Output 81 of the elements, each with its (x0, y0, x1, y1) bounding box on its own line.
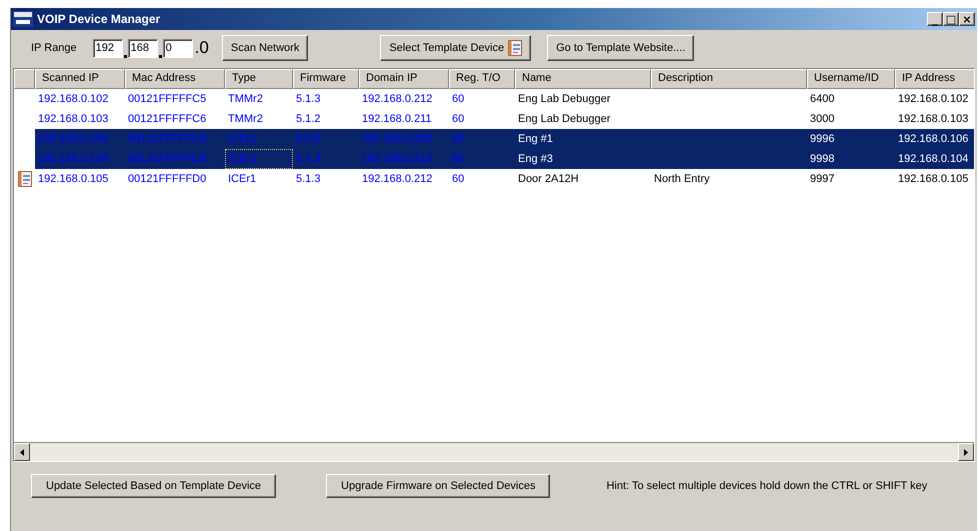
table-row[interactable]: 192.168.0.105 00121FFFFFD0 ICEr1 5.1.3 192.168.0.212 60 Door 2A12H North Entry 9997 192.168.0.105 (14, 169, 974, 189)
table-cell-text: 60 (451, 172, 466, 187)
table-cell-text: 192.168.0.102 (37, 92, 110, 107)
table-cell: 00121FFFFFC9 (125, 129, 225, 149)
column-header[interactable]: Name (515, 69, 651, 89)
column-header[interactable]: Username/ID (807, 69, 895, 89)
upgrade-firmware-button[interactable]: Upgrade Firmware on Selected Devices (326, 474, 550, 498)
table-cell: ICEr1 (225, 149, 293, 169)
table-cell: ICEr1 (225, 129, 293, 149)
table-cell: 00121FFFFFC8 (125, 149, 225, 169)
table-cell: Eng #1 (515, 129, 651, 149)
app-logo-icon (13, 11, 33, 27)
column-header[interactable]: Scanned IP (35, 69, 125, 89)
table-cell-text: Eng Lab Debugger (517, 92, 612, 107)
maximize-button[interactable]: □ (943, 12, 959, 26)
table-cell: 192.168.0.106 (895, 129, 974, 149)
table-row[interactable]: 192.168.0.103 00121FFFFFC6 TMMr2 5.1.2 192.168.0.211 60 Eng Lab Debugger 3000 192.168.0.103 (14, 109, 974, 129)
table-cell-text: 192.168.0.211 (361, 112, 433, 127)
table-cell-text: 9997 (809, 172, 836, 187)
right-arrow-icon (964, 448, 968, 456)
table-cell-text: 3000 (809, 112, 836, 127)
table-cell: 5.0.0 (293, 129, 359, 149)
table-cell-text: 192.168.0.105 (37, 172, 110, 187)
device-list-icon (508, 40, 522, 56)
ip-octet-field[interactable]: 168 (128, 38, 158, 58)
table-cell-text: 192.168.0.212 (361, 172, 434, 187)
table-cell-text: 192.168.0.102 (897, 92, 970, 107)
table-cell-text: 60 (451, 92, 466, 107)
update-selected-button[interactable]: Update Selected Based on Template Device (31, 474, 276, 498)
column-header[interactable]: Firmware (293, 69, 359, 89)
ip-octet-field[interactable]: 0 (162, 38, 193, 58)
table-cell: 192.168.0.212 (359, 149, 449, 169)
table-cell-text: 00121FFFFFC5 (127, 92, 208, 107)
table-cell-text: Door 2A12H (517, 172, 580, 187)
table-cell-text: TMMr2 (227, 112, 264, 127)
column-header[interactable]: Mac Address (125, 69, 225, 89)
table-cell-text: North Entry (653, 172, 711, 187)
template-website-button[interactable]: Go to Template Website.... (547, 35, 694, 61)
column-header[interactable]: IP Address (895, 69, 974, 89)
table-cell-text: 00121FFFFFD0 (127, 172, 208, 187)
column-header[interactable]: Reg. T/O (449, 69, 515, 89)
ip-last-octet: .0 (194, 38, 209, 58)
scan-network-button[interactable]: Scan Network (222, 35, 308, 61)
table-cell: 9998 (807, 149, 895, 169)
left-arrow-icon (20, 448, 24, 456)
table-cell: 192.168.0.104 (35, 149, 125, 169)
column-header[interactable]: Type (225, 69, 293, 89)
table-cell-text: 5.1.3 (295, 92, 322, 107)
ip-range-label: IP Range (31, 42, 77, 54)
table-cell: 60 (449, 129, 515, 149)
hint-text: Hint: To select multiple devices hold down the CTRL or SHIFT key (606, 480, 928, 492)
table-cell-text: TMMr2 (227, 92, 264, 107)
table-cell-text: 60 (451, 112, 466, 127)
scroll-arrow-button[interactable] (958, 443, 974, 461)
column-header[interactable]: Description (651, 69, 807, 89)
table-cell: 5.1.3 (293, 149, 359, 169)
table-cell-text: 5.1.2 (295, 112, 322, 127)
table-cell-text: Eng Lab Debugger (517, 112, 612, 127)
window-title: VOIP Device Manager (37, 12, 160, 26)
table-cell-text: 6400 (809, 92, 836, 107)
table-cell-text: 192.168.0.103 (37, 112, 110, 127)
table-cell-text: 192.168.0.103 (897, 112, 970, 127)
table-cell-text: ICEr1 (227, 172, 258, 187)
ip-octet-field[interactable]: 192 (92, 38, 123, 58)
table-cell: 192.168.0.106 (35, 129, 125, 149)
table-cell: Eng #3 (515, 149, 651, 169)
table-cell: 192.168.0.104 (895, 149, 974, 169)
table-cell: 60 (449, 149, 515, 169)
table-cell: 9996 (807, 129, 895, 149)
close-button[interactable]: × (959, 12, 975, 26)
select-template-button[interactable]: Select Template Device (380, 35, 532, 61)
table-cell-text: 192.168.0.212 (361, 92, 434, 107)
table-cell-text: 5.1.3 (295, 172, 322, 187)
scroll-arrow-button[interactable] (14, 443, 30, 461)
table-row[interactable]: 192.168.0.102 00121FFFFFC5 TMMr2 5.1.3 192.168.0.212 60 Eng Lab Debugger 6400 192.168.0.102 (14, 89, 974, 109)
table-cell-text: 192.168.0.105 (897, 172, 970, 187)
table-row[interactable]: 192.168.0.104 00121FFFFFC8 ICEr1 5.1.3 192.168.0.212 60 Eng #3 9998 192.168.0.104 (14, 149, 974, 169)
table-cell: 192.168.0.203 (359, 129, 449, 149)
table-cell-text: 00121FFFFFC6 (127, 112, 208, 127)
column-header[interactable]: Domain IP (359, 69, 449, 89)
table-row[interactable]: 192.168.0.106 00121FFFFFC9 ICEr1 5.0.0 192.168.0.203 60 Eng #1 9996 192.168.0.106 (14, 129, 974, 149)
